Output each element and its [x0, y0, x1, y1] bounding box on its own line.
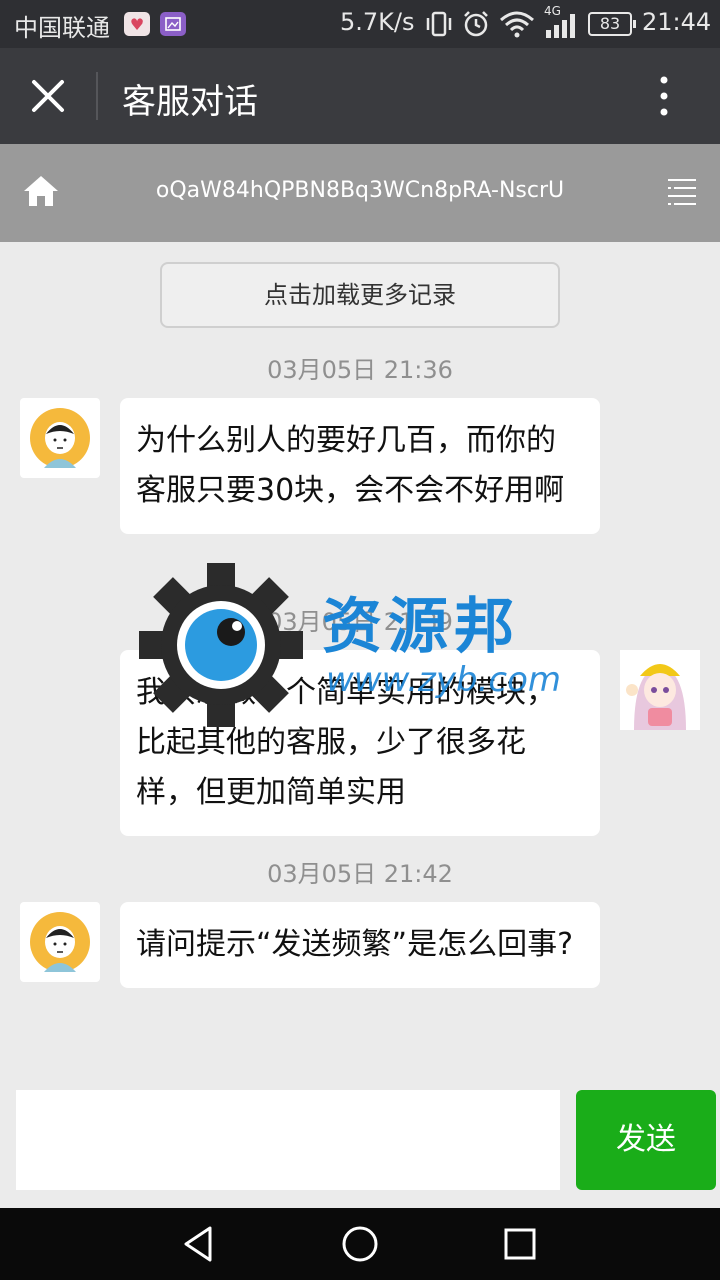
close-icon	[32, 80, 64, 112]
battery-indicator: 83	[588, 12, 636, 36]
message-bubble-right[interactable]: 我只想做一个简单实用的模块，比起其他的客服，少了很多花样，但更加简单实用	[120, 650, 600, 836]
home-circle-icon	[342, 1226, 378, 1262]
page-title: 客服对话	[122, 82, 258, 122]
customer-avatar[interactable]	[20, 902, 100, 982]
system-nav-bar	[0, 1208, 720, 1280]
message-timestamp: 03月05日 21:36	[267, 356, 453, 384]
clock: 21:44	[642, 8, 712, 36]
back-triangle-icon	[184, 1226, 212, 1262]
message-input[interactable]	[16, 1090, 560, 1190]
message-bubble-left[interactable]: 为什么别人的要好几百，而你的客服只要30块，会不会不好用啊	[120, 398, 600, 534]
more-options-button[interactable]	[640, 66, 688, 126]
home-icon	[24, 176, 58, 206]
agent-avatar[interactable]	[620, 650, 700, 730]
vibrate-icon	[426, 11, 452, 37]
session-id: oQaW84hQPBN8Bq3WCn8pRA-NscrU	[155, 178, 565, 203]
carrier-label: 中国联通	[14, 14, 110, 42]
message-timestamp: 03月05日 21:42	[267, 860, 453, 888]
title-bar: 客服对话	[0, 48, 720, 144]
title-divider	[96, 72, 98, 120]
status-icons: 4G	[424, 4, 580, 40]
wifi-icon	[500, 11, 534, 38]
status-bar: 中国联通 ♥ 5.7K/s 4G 83 21:44	[0, 0, 720, 48]
message-timestamp: 03月05日 21:39	[267, 608, 453, 636]
customer-avatar[interactable]	[20, 398, 100, 478]
nav-home-button[interactable]	[340, 1224, 380, 1264]
session-header: oQaW84hQPBN8Bq3WCn8pRA-NscrU	[0, 144, 720, 242]
load-more-button[interactable]: 点击加载更多记录	[160, 262, 560, 328]
composer: 发送	[0, 1072, 720, 1208]
battery-level: 83	[599, 14, 621, 33]
close-button[interactable]	[18, 66, 78, 126]
recents-square-icon	[504, 1228, 536, 1260]
health-app-icon: ♥	[124, 12, 150, 36]
home-button[interactable]	[20, 170, 62, 212]
nav-back-button[interactable]	[180, 1224, 220, 1264]
menu-button[interactable]	[664, 176, 700, 208]
net-speed: 5.7K/s	[340, 8, 415, 36]
message-bubble-left[interactable]: 请问提示“发送频繁”是怎么回事?	[120, 902, 600, 988]
more-vertical-icon	[660, 76, 668, 116]
gallery-app-icon	[160, 12, 186, 36]
send-button[interactable]: 发送	[576, 1090, 716, 1190]
menu-icon	[668, 179, 696, 205]
cell-signal-icon: 4G	[540, 4, 580, 40]
alarm-icon	[464, 11, 488, 37]
nav-recents-button[interactable]	[500, 1224, 540, 1264]
